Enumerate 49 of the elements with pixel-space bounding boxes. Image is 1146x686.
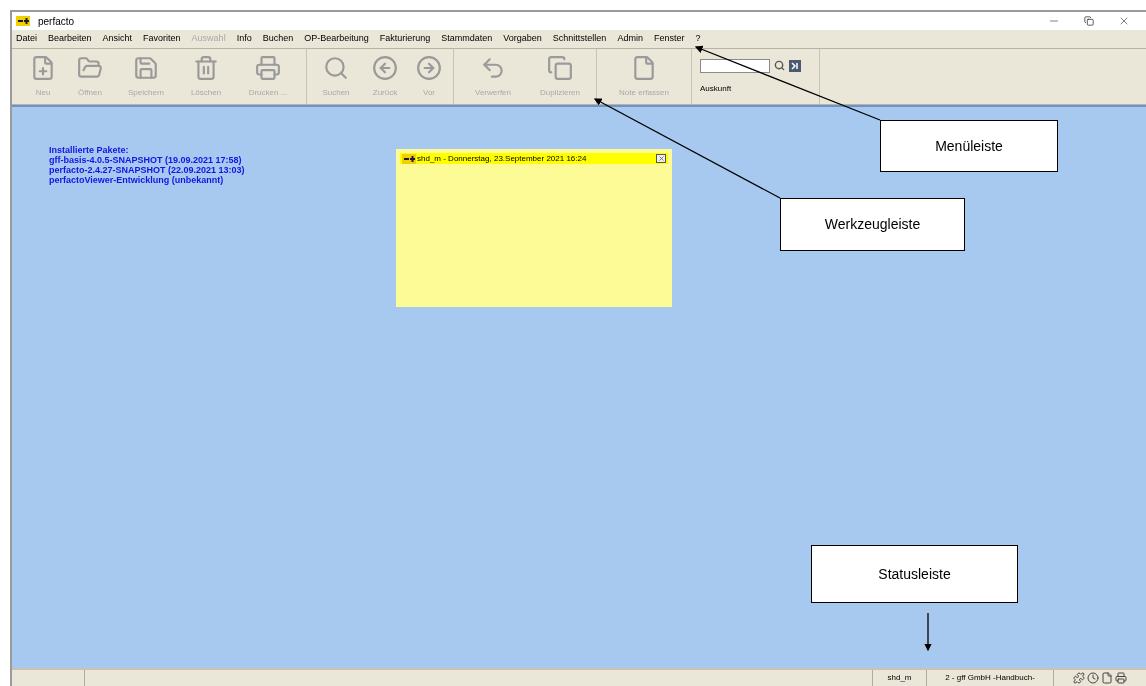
arrow (924, 612, 932, 652)
menu-item[interactable]: ? (695, 32, 701, 46)
search-icon[interactable] (774, 60, 785, 71)
window-title: perfacto (38, 14, 75, 29)
menu-item[interactable]: Info (236, 32, 252, 46)
document-icon (631, 54, 657, 81)
jump-icon (791, 61, 799, 70)
search-icon (323, 54, 349, 81)
menu-item[interactable]: Buchen (262, 32, 294, 46)
lookup-label: Auskunft (700, 82, 733, 95)
package-entry: perfacto-2.4.27-SNAPSHOT (22.09.2021 13:03) (49, 165, 246, 175)
callout-label: Menüleiste (935, 136, 1003, 156)
callout-label: Werkzeugleiste (824, 215, 921, 234)
note-logo-icon (402, 153, 416, 164)
menu-item[interactable]: Schnittstellen (552, 32, 607, 46)
packages-heading: Installierte Pakete: (49, 145, 130, 155)
package-entry: gff-basis-4.0.5-SNAPSHOT (19.09.2021 17:58) (49, 155, 243, 165)
printer-icon[interactable] (1115, 672, 1127, 684)
menu-item[interactable]: Favoriten (143, 32, 181, 46)
menu-item[interactable]: Bearbeiten (48, 32, 92, 46)
close-icon[interactable] (1118, 15, 1130, 27)
close-icon[interactable] (656, 154, 666, 163)
status-segment: shd_m (873, 670, 927, 686)
document-icon[interactable] (1101, 672, 1113, 684)
clock-icon[interactable] (1087, 672, 1099, 684)
menu-item[interactable]: Vorgaben (503, 32, 542, 46)
restore-icon[interactable] (1084, 16, 1094, 26)
printer-icon (255, 54, 281, 81)
app-logo-icon (16, 16, 30, 26)
copy-icon (547, 54, 573, 81)
trash-icon (193, 54, 219, 81)
package-entry: perfactoViewer-Entwicklung (unbekannt) (49, 175, 225, 185)
lookup-field[interactable] (700, 58, 770, 73)
left-arrow-circle-icon (372, 54, 398, 81)
menu-item[interactable]: OP-Bearbeitung (304, 32, 369, 46)
menu-item[interactable]: Admin (617, 32, 643, 46)
folder-icon (77, 54, 103, 81)
menu-item[interactable]: Ansicht (102, 32, 133, 46)
jump-button[interactable] (789, 59, 801, 72)
note-title: shd_m - Donnerstag, 23.September 2021 16:24 (417, 152, 587, 165)
menu-item[interactable]: Stammdaten (441, 32, 493, 46)
callout-label: Statusleiste (878, 564, 951, 584)
status-segment: 2 - gff GmbH -Handbuch- (927, 670, 1054, 686)
right-arrow-circle-icon (416, 54, 442, 81)
menu-item[interactable]: Fakturierung (379, 32, 431, 46)
new-file-icon (30, 54, 56, 81)
menu-item[interactable]: Datei (16, 32, 37, 46)
puzzle-icon[interactable] (1073, 672, 1085, 684)
menu-item[interactable]: Fenster (653, 32, 685, 46)
